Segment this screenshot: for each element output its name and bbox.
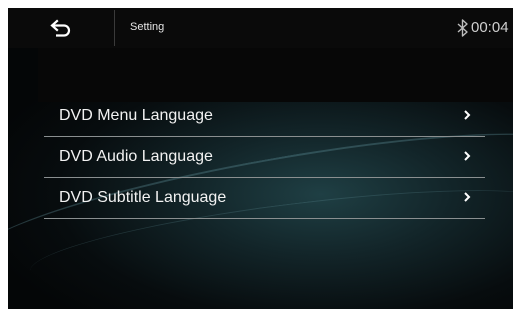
clock: 00:04	[471, 19, 509, 36]
settings-menu: DVD Menu Language DVD Audio Language DVD…	[44, 96, 485, 219]
menu-item-label: DVD Audio Language	[59, 148, 213, 165]
bluetooth-icon	[457, 19, 468, 37]
menu-item-dvd-subtitle-language[interactable]: DVD Subtitle Language	[44, 178, 485, 219]
header-divider	[114, 10, 115, 46]
chevron-right-icon	[464, 151, 471, 161]
setting-screen: Setting 00:04 DVD Menu Language DVD Audi…	[8, 8, 513, 309]
chevron-right-icon	[464, 110, 471, 120]
back-button[interactable]	[8, 8, 114, 48]
page-title: Setting	[130, 21, 165, 33]
chevron-right-icon	[464, 192, 471, 202]
sub-header-bar	[38, 48, 513, 102]
menu-item-label: DVD Subtitle Language	[59, 189, 227, 206]
top-bar: Setting 00:04	[8, 8, 513, 48]
menu-item-dvd-menu-language[interactable]: DVD Menu Language	[44, 96, 485, 137]
back-arrow-icon	[50, 19, 71, 37]
menu-item-label: DVD Menu Language	[59, 107, 213, 124]
menu-item-dvd-audio-language[interactable]: DVD Audio Language	[44, 137, 485, 178]
